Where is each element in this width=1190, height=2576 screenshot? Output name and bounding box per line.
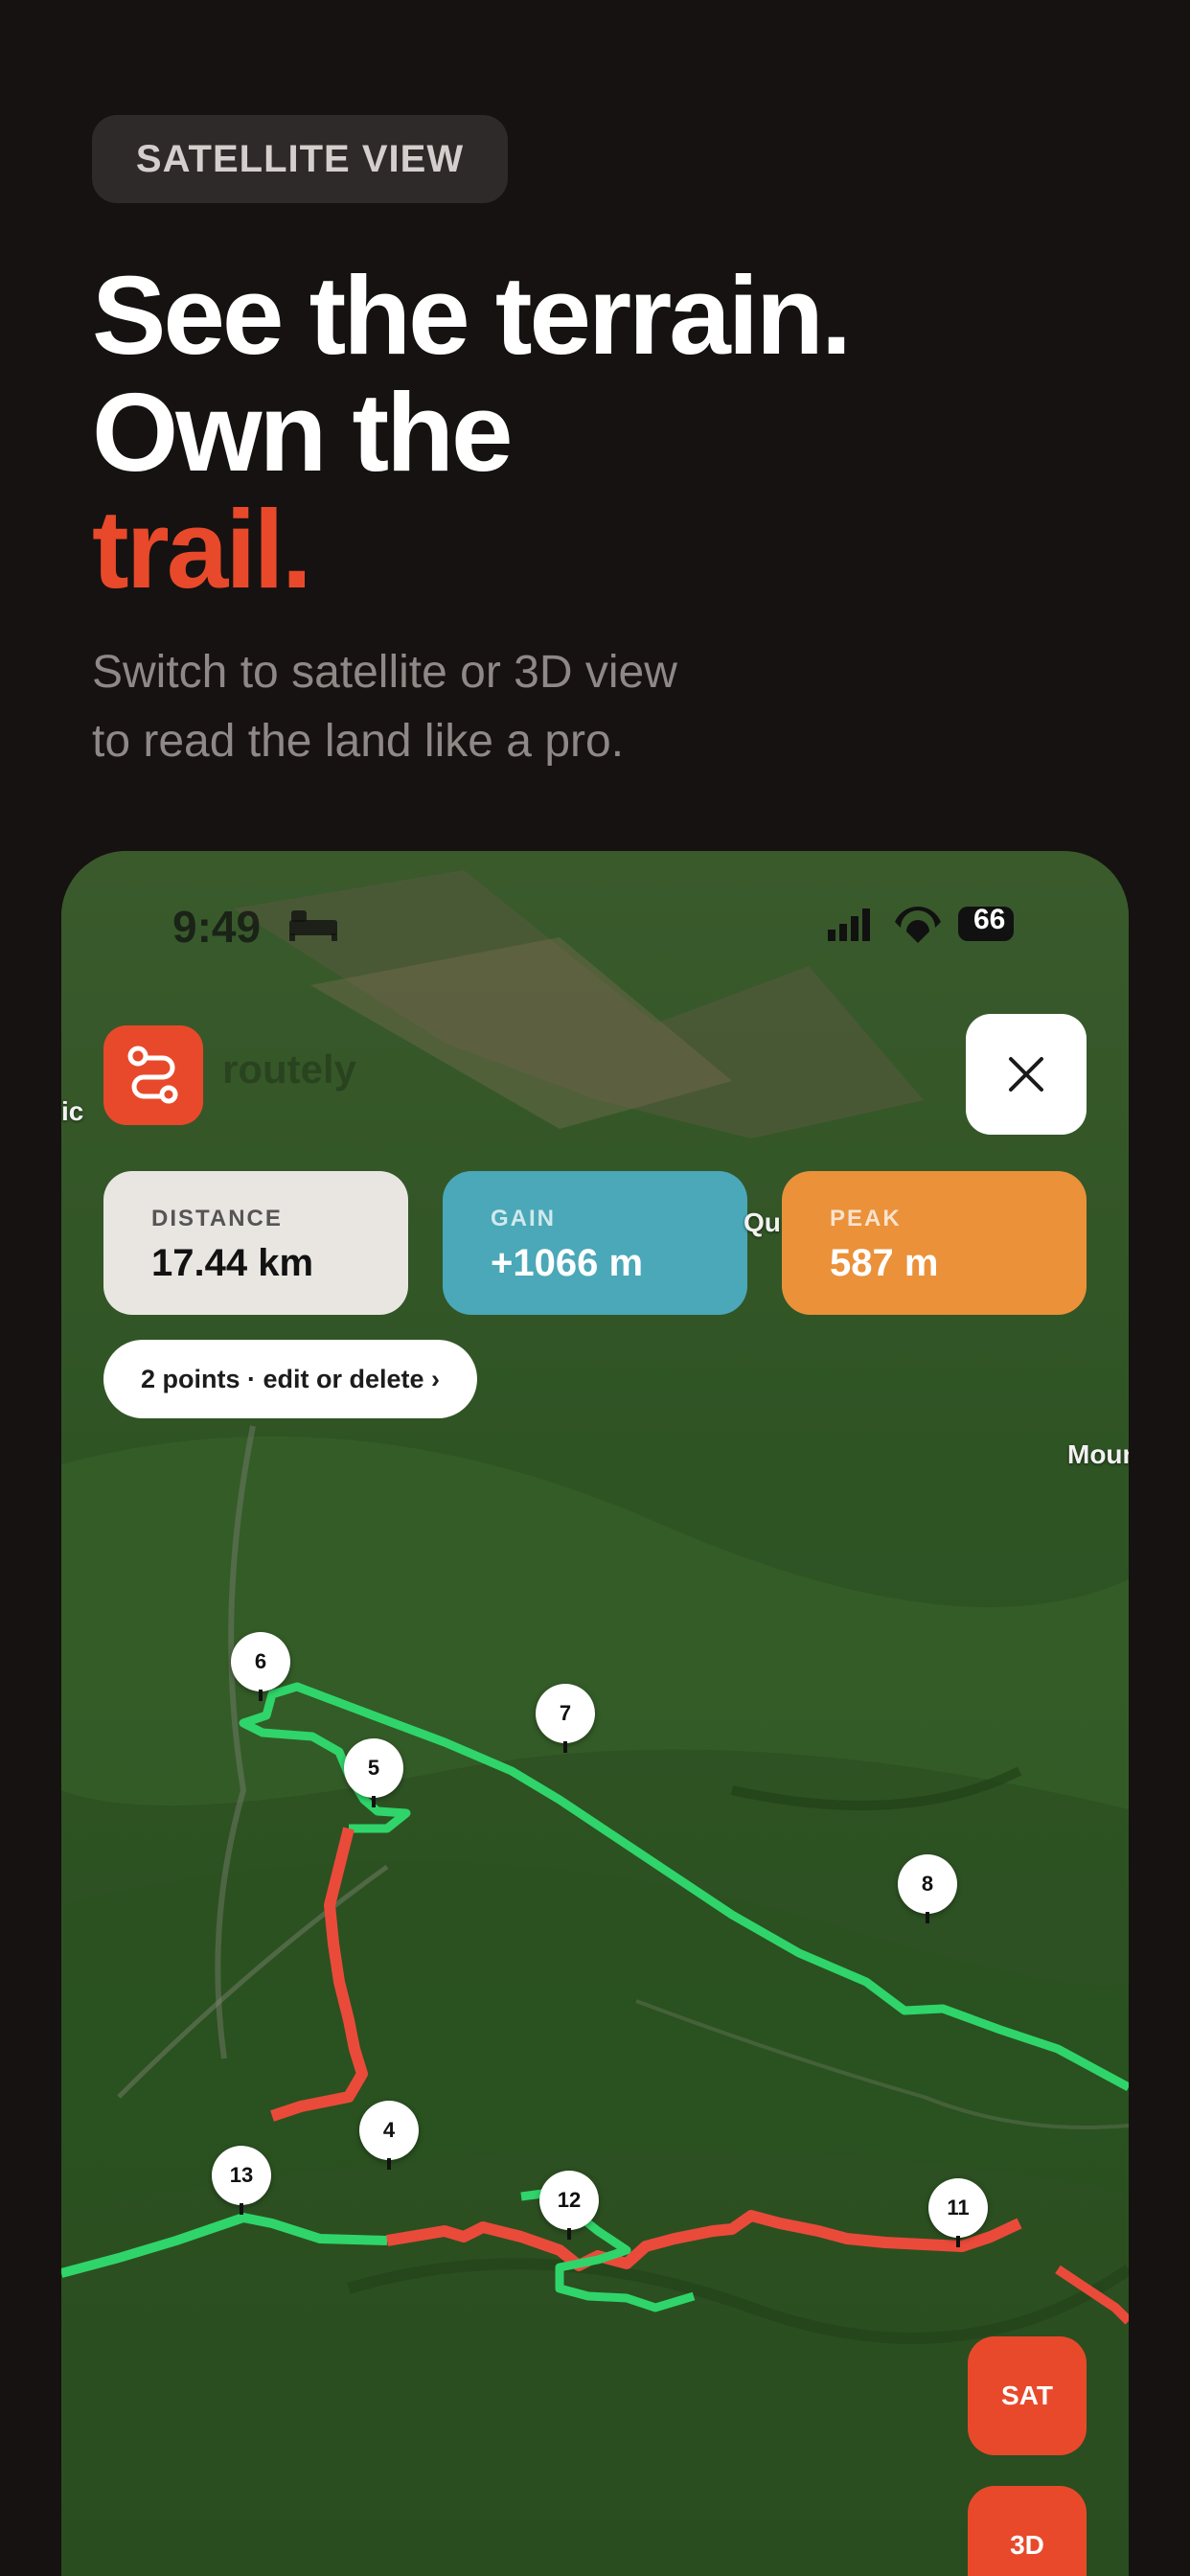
waypoint-marker[interactable]: 4 xyxy=(359,2101,419,2170)
waypoint-marker[interactable]: 8 xyxy=(898,1854,957,1923)
route-red-end xyxy=(1055,2265,1129,2325)
section-badge: SATELLITE VIEW xyxy=(92,115,508,203)
waypoint-marker[interactable]: 11 xyxy=(928,2178,988,2247)
route-green-lower xyxy=(61,2213,388,2278)
headline-line-2: Own the xyxy=(92,370,514,494)
route-overlay xyxy=(61,1682,1129,2325)
subtitle-line-1: Switch to satellite or 3D view xyxy=(92,647,677,698)
headline-line-1: See the terrain. xyxy=(92,253,852,378)
subtitle: Switch to satellite or 3D view to read t… xyxy=(92,638,820,776)
waypoint-marker[interactable]: 5 xyxy=(344,1738,403,1807)
waypoint-marker[interactable]: 6 xyxy=(231,1632,290,1701)
waypoint-marker[interactable]: 7 xyxy=(536,1684,595,1753)
satellite-toggle-button[interactable]: SAT xyxy=(968,2336,1087,2455)
subtitle-line-2: to read the land like a pro. xyxy=(92,716,625,767)
waypoint-marker[interactable]: 13 xyxy=(212,2146,271,2215)
route-red-ascent xyxy=(270,1827,368,2122)
headline: See the terrain. Own the trail. xyxy=(92,253,852,611)
headline-line-3: trail. xyxy=(92,487,312,611)
3d-toggle-button[interactable]: 3D xyxy=(968,2486,1087,2576)
phone-mockup: 9:49 66 routely DISTANCE 17.44 km GAIN +… xyxy=(61,851,1129,2576)
route-red-traverse xyxy=(386,2210,1022,2271)
waypoint-marker[interactable]: 12 xyxy=(539,2171,599,2240)
